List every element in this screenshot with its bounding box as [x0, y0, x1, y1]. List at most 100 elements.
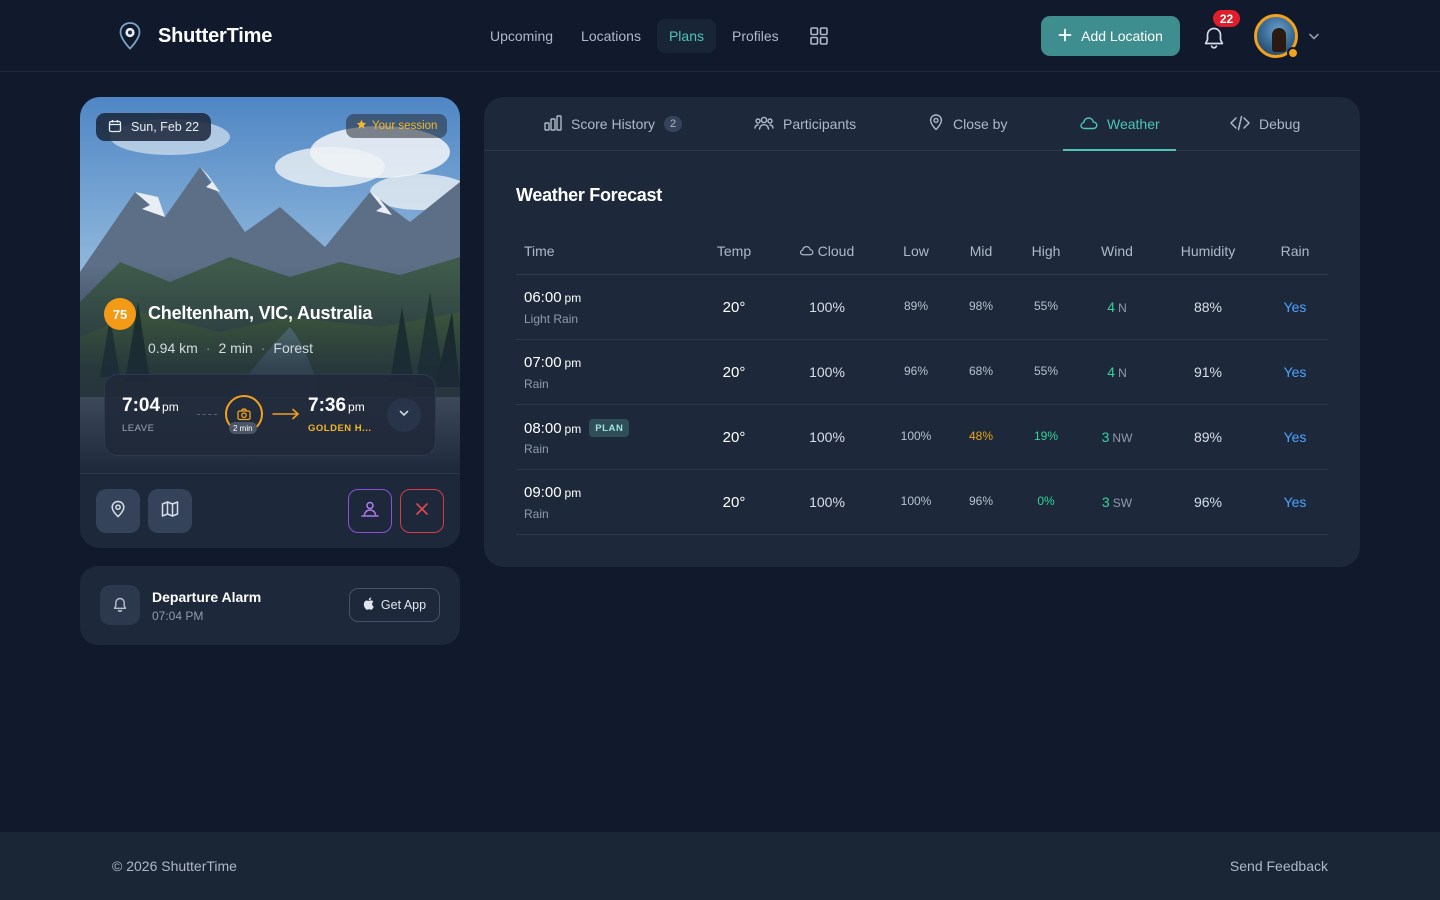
time-ampm: pm	[564, 356, 582, 370]
bell-icon[interactable]	[1200, 24, 1228, 52]
grid-icon[interactable]	[801, 18, 837, 54]
map-pin-icon	[109, 500, 127, 523]
cloud-cell: 100%	[809, 299, 845, 315]
participant-button[interactable]	[348, 489, 392, 533]
low-cell: 100%	[900, 494, 932, 508]
close-icon	[415, 502, 429, 521]
table-row: 07:00 pm Rain 20° 100% 96% 68% 55% 4N 91%…	[516, 340, 1328, 405]
time-value: 06:00	[524, 289, 562, 306]
main-nav: Upcoming Locations Plans Profiles	[478, 18, 837, 54]
high-cell: 0%	[1037, 494, 1055, 508]
wind-direction: SW	[1112, 496, 1133, 510]
wind-direction: N	[1118, 366, 1127, 380]
forecast-description: Rain	[524, 442, 549, 456]
weather-table-header: Time Temp Cloud Low Mid High Wind Humidi…	[516, 230, 1328, 275]
tab-debug-label: Debug	[1259, 116, 1301, 132]
low-cell: 100%	[900, 429, 932, 443]
time-ampm: pm	[564, 421, 582, 436]
brand[interactable]: ShutterTime	[116, 20, 272, 52]
leave-time: 7:04	[122, 395, 161, 416]
timeline-dash	[197, 414, 217, 415]
calendar-icon	[108, 119, 122, 136]
plan-badge: PLAN	[589, 419, 630, 437]
apple-icon	[363, 597, 374, 613]
brand-name: ShutterTime	[158, 24, 273, 47]
meta-separator: ·	[260, 340, 266, 356]
add-location-label: Add Location	[1081, 28, 1163, 44]
leave-time-block: 7:04 pm LEAVE	[122, 395, 179, 434]
page-footer: © 2026 ShutterTime Send Feedback	[0, 832, 1440, 900]
your-session-badge: Your session	[346, 114, 448, 138]
mid-cell: 68%	[968, 364, 994, 378]
wind-cell: 4N	[1107, 364, 1126, 380]
rain-cell: Yes	[1283, 364, 1307, 380]
forecast-description: Rain	[524, 507, 549, 521]
open-location-button[interactable]	[96, 489, 140, 533]
mid-cell: 98%	[968, 299, 994, 313]
time-value: 08:00	[524, 419, 562, 437]
meta-separator: ·	[205, 340, 211, 356]
leave-label: LEAVE	[122, 423, 155, 434]
nav-plans[interactable]: Plans	[656, 19, 716, 53]
get-app-button[interactable]: Get App	[349, 588, 440, 622]
add-location-button[interactable]: Add Location	[1041, 16, 1180, 56]
high-cell: 55%	[1033, 364, 1059, 378]
cloud-cell: 100%	[809, 494, 845, 510]
person-icon	[360, 500, 380, 523]
location-duration: 2 min	[218, 340, 253, 356]
wind-cell: 4N	[1107, 299, 1126, 315]
wind-cell: 3 NW	[1102, 429, 1133, 445]
table-row: 09:00 pm Rain 20° 100% 100% 96% 0% 3 SW 96…	[516, 470, 1328, 535]
wind-speed: 4	[1107, 364, 1116, 380]
wind-speed: 3	[1101, 429, 1110, 445]
cancel-session-button[interactable]	[400, 489, 444, 533]
open-map-button[interactable]	[148, 489, 192, 533]
time-value: 09:00	[524, 484, 562, 501]
forecast-time: 09:00 pm	[524, 484, 581, 501]
low-cell: 96%	[903, 364, 929, 378]
location-score: 75	[104, 298, 136, 330]
temp-cell: 20°	[722, 299, 746, 316]
your-session-label: Your session	[372, 120, 438, 132]
travel-duration-label: 2 min	[229, 422, 257, 434]
tab-participants[interactable]: Participants	[754, 97, 856, 151]
arrow-right-icon	[272, 407, 300, 426]
nav-profiles[interactable]: Profiles	[720, 19, 791, 53]
cloud-cell: 100%	[809, 429, 845, 445]
humidity-cell: 96%	[1193, 494, 1223, 510]
detail-tabs: Score History 2 Participants Close by We…	[484, 97, 1360, 151]
col-high: High	[1031, 243, 1061, 259]
location-meta: 0.94 km · 2 min · Forest	[148, 340, 313, 356]
col-mid: Mid	[969, 243, 993, 259]
tab-score-history[interactable]: Score History 2	[544, 97, 683, 151]
nav-locations[interactable]: Locations	[569, 19, 653, 53]
humidity-cell: 91%	[1193, 364, 1223, 380]
avatar-figure	[1272, 28, 1286, 52]
temp-cell: 20°	[722, 364, 746, 381]
date-pill: Sun, Feb 22	[96, 113, 212, 141]
tab-close-by[interactable]: Close by	[928, 97, 1007, 151]
chevron-down-icon[interactable]	[1307, 29, 1321, 43]
code-icon	[1230, 115, 1250, 134]
wind-direction: NW	[1112, 431, 1133, 445]
expand-timeline-button[interactable]	[387, 398, 421, 432]
tab-weather[interactable]: Weather	[1080, 97, 1160, 151]
tab-score-history-label: Score History	[571, 116, 656, 132]
mid-cell: 96%	[968, 494, 994, 508]
temp-cell: 20°	[722, 429, 746, 446]
rain-cell: Yes	[1283, 429, 1307, 445]
col-wind: Wind	[1101, 243, 1133, 259]
col-low: Low	[903, 243, 929, 259]
tab-debug[interactable]: Debug	[1230, 97, 1300, 151]
send-feedback-link[interactable]: Send Feedback	[1230, 858, 1328, 874]
cloud-icon	[1080, 116, 1098, 133]
rain-cell: Yes	[1283, 494, 1307, 510]
weather-table: Time Temp Cloud Low Mid High Wind Humidi…	[516, 230, 1328, 535]
star-icon	[356, 119, 367, 133]
nav-upcoming[interactable]: Upcoming	[478, 19, 565, 53]
high-cell: 55%	[1033, 299, 1059, 313]
location-title: Cheltenham, VIC, Australia	[148, 303, 373, 323]
low-cell: 89%	[903, 299, 929, 313]
avatar-status-dot	[1287, 47, 1299, 59]
forecast-time: 06:00 pm	[524, 289, 581, 306]
